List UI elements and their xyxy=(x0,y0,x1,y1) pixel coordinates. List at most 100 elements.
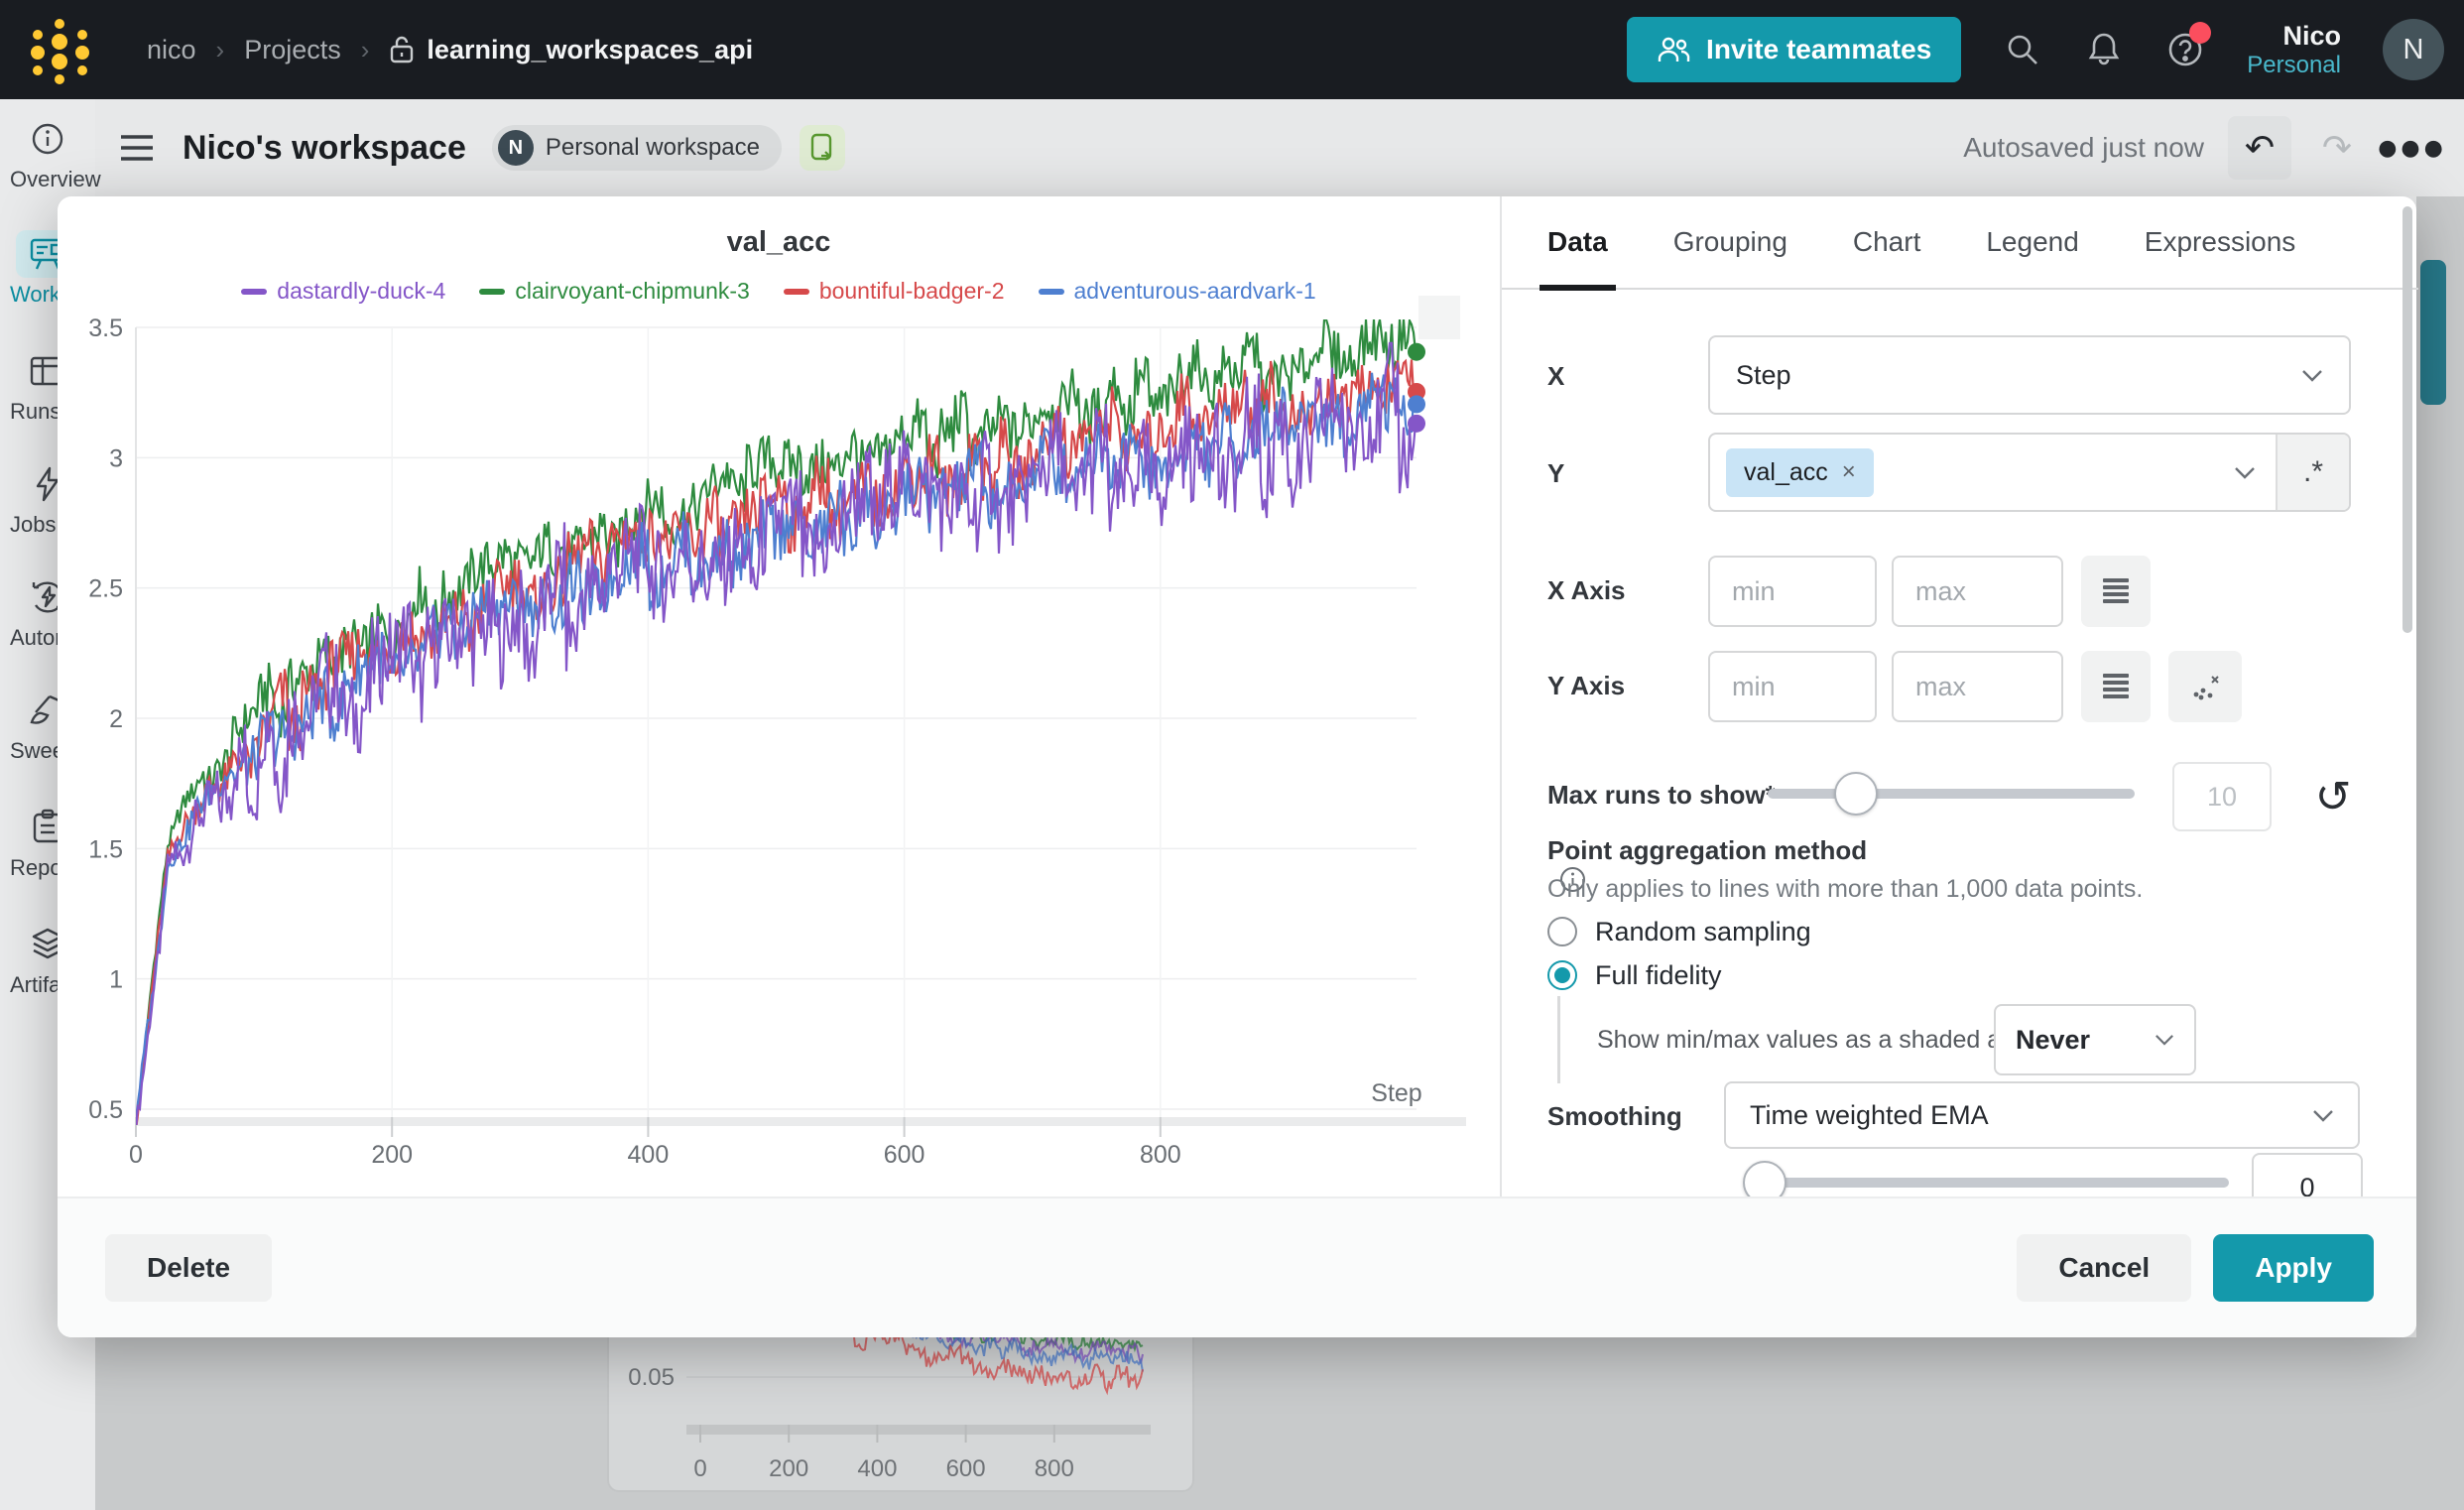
more-options-button[interactable]: ●●● xyxy=(2383,116,2442,180)
x-select[interactable]: Step xyxy=(1708,335,2351,415)
legend-item[interactable]: clairvoyant-chipmunk-3 xyxy=(479,278,749,305)
y-axis-label: Y Axis xyxy=(1547,671,1625,701)
workspace-header: Nico's workspace N Personal workspace Au… xyxy=(0,99,2464,196)
max-runs-slider[interactable] xyxy=(1768,789,2135,799)
legend-swatch xyxy=(241,289,267,295)
legend-item[interactable]: dastardly-duck-4 xyxy=(241,278,445,305)
legend-swatch xyxy=(1039,289,1064,295)
minmax-select[interactable]: Never xyxy=(1994,1004,2196,1075)
max-runs-value-input[interactable] xyxy=(2172,762,2272,831)
invite-label: Invite teammates xyxy=(1706,34,1931,65)
breadcrumb-project[interactable]: learning_workspaces_api xyxy=(389,35,753,65)
x-axis-min-input[interactable] xyxy=(1708,556,1877,627)
bell-icon[interactable] xyxy=(2084,30,2124,69)
app-root: nico › Projects › learning_workspaces_ap… xyxy=(0,0,2464,1510)
page-title: Nico's workspace xyxy=(183,129,466,168)
settings-panel: DataGroupingChartLegendExpressions X Ste… xyxy=(1500,196,2418,1196)
create-report-icon[interactable] xyxy=(800,125,845,171)
legend-item[interactable]: bountiful-badger-2 xyxy=(784,278,1005,305)
y-metric-chip[interactable]: val_acc × xyxy=(1726,448,1874,497)
chart-legend: dastardly-duck-4 clairvoyant-chipmunk-3 bo… xyxy=(58,278,1500,305)
user-block[interactable]: Nico Personal xyxy=(2247,21,2341,79)
legend-swatch xyxy=(479,289,505,295)
wandb-logo-icon[interactable] xyxy=(26,10,95,89)
smoothing-value-input[interactable] xyxy=(2252,1153,2363,1196)
svg-text:0.5: 0.5 xyxy=(88,1096,123,1124)
modal-scrim-bottom xyxy=(0,1337,2464,1510)
menu-icon[interactable] xyxy=(117,131,157,165)
breadcrumb-org[interactable]: nico xyxy=(147,35,196,65)
legend-item[interactable]: adventurous-aardvark-1 xyxy=(1039,278,1316,305)
svg-text:400: 400 xyxy=(628,1141,670,1169)
top-navbar: nico › Projects › learning_workspaces_ap… xyxy=(0,0,2464,99)
avatar[interactable]: N xyxy=(2383,19,2444,80)
tab-legend[interactable]: Legend xyxy=(1986,196,2078,289)
redo-button[interactable]: ↷ xyxy=(2305,116,2369,180)
x-axis-max-input[interactable] xyxy=(1892,556,2063,627)
reset-icon[interactable]: ↺ xyxy=(2307,762,2359,831)
smoothing-slider[interactable] xyxy=(1765,1178,2229,1188)
cancel-button[interactable]: Cancel xyxy=(2017,1234,2191,1302)
panel-scrollbar[interactable] xyxy=(2402,206,2412,633)
sidebar-item-label: Overview xyxy=(0,167,101,192)
y-axis-min-input[interactable] xyxy=(1708,651,1877,722)
breadcrumb: nico › Projects › learning_workspaces_ap… xyxy=(147,35,753,65)
breadcrumb-projects[interactable]: Projects xyxy=(244,35,341,65)
val-acc-chart: 0.511.522.533.50200400600800Step xyxy=(58,196,1500,1196)
tab-chart[interactable]: Chart xyxy=(1853,196,1920,289)
svg-text:3: 3 xyxy=(109,444,123,472)
breadcrumb-separator: › xyxy=(361,35,370,65)
apply-button[interactable]: Apply xyxy=(2213,1234,2374,1302)
smoothing-select[interactable]: Time weighted EMA xyxy=(1724,1081,2360,1149)
legend-label: dastardly-duck-4 xyxy=(277,278,445,305)
tab-expressions[interactable]: Expressions xyxy=(2145,196,2296,289)
delete-button[interactable]: Delete xyxy=(105,1234,272,1302)
radio-full-fidelity[interactable] xyxy=(1547,960,1577,990)
badge-label: Personal workspace xyxy=(546,134,760,162)
header-actions: Autosaved just now ↶ ↷ ●●● xyxy=(1963,116,2442,180)
svg-text:0: 0 xyxy=(129,1141,143,1169)
svg-text:200: 200 xyxy=(769,1455,808,1482)
invite-teammates-button[interactable]: Invite teammates xyxy=(1627,17,1961,82)
sidebar-item-label: Jobs xyxy=(0,512,56,538)
x-axis-log-scale-icon[interactable] xyxy=(2081,556,2151,627)
remove-metric-icon[interactable]: × xyxy=(1842,458,1856,486)
y-axis-scatter-icon[interactable] xyxy=(2168,651,2242,722)
y-axis-log-scale-icon[interactable] xyxy=(2081,651,2151,722)
indent-rule xyxy=(1557,996,1560,1083)
y-axis-max-input[interactable] xyxy=(1892,651,2063,722)
legend-swatch xyxy=(784,289,809,295)
max-runs-slider-thumb[interactable] xyxy=(1834,772,1878,816)
legend-label: bountiful-badger-2 xyxy=(819,278,1005,305)
regex-toggle-button[interactable]: .* xyxy=(2276,435,2349,510)
panel-editor-dialog: 0.511.522.533.50200400600800Step val_acc… xyxy=(58,196,2416,1337)
chevron-down-icon xyxy=(2234,466,2256,479)
y-select[interactable]: val_acc × .* xyxy=(1708,433,2351,512)
x-select-value: Step xyxy=(1736,360,1791,391)
help-icon[interactable] xyxy=(2165,30,2205,69)
undo-button[interactable]: ↶ xyxy=(2228,116,2291,180)
notification-badge xyxy=(2189,22,2211,44)
svg-text:0.05: 0.05 xyxy=(628,1364,675,1391)
radio-full-fidelity-label[interactable]: Full fidelity xyxy=(1595,960,1722,991)
chart-preview: 0.511.522.533.50200400600800Step val_acc… xyxy=(58,196,1500,1196)
people-icon xyxy=(1657,35,1690,64)
autosave-status: Autosaved just now xyxy=(1963,132,2204,164)
smoothing-slider-thumb[interactable] xyxy=(1743,1161,1786,1196)
minmax-value: Never xyxy=(2016,1025,2090,1056)
chevron-down-icon xyxy=(2155,1034,2174,1046)
overview-icon xyxy=(16,115,79,163)
navbar-right: Invite teammates Nico Personal xyxy=(1627,17,2444,82)
search-icon[interactable] xyxy=(2003,30,2042,69)
tab-data[interactable]: Data xyxy=(1547,196,1608,289)
legend-label: adventurous-aardvark-1 xyxy=(1074,278,1316,305)
radio-random-sampling-label[interactable]: Random sampling xyxy=(1595,917,1811,947)
sidebar-item-label: Runs xyxy=(0,399,61,425)
chart-title: val_acc xyxy=(58,226,1500,259)
svg-text:0: 0 xyxy=(693,1455,706,1482)
personal-workspace-badge[interactable]: N Personal workspace xyxy=(492,125,782,171)
radio-random-sampling[interactable] xyxy=(1547,917,1577,946)
tab-grouping[interactable]: Grouping xyxy=(1673,196,1787,289)
svg-text:400: 400 xyxy=(857,1455,897,1482)
aggregation-note: Only applies to lines with more than 1,0… xyxy=(1547,875,2143,904)
